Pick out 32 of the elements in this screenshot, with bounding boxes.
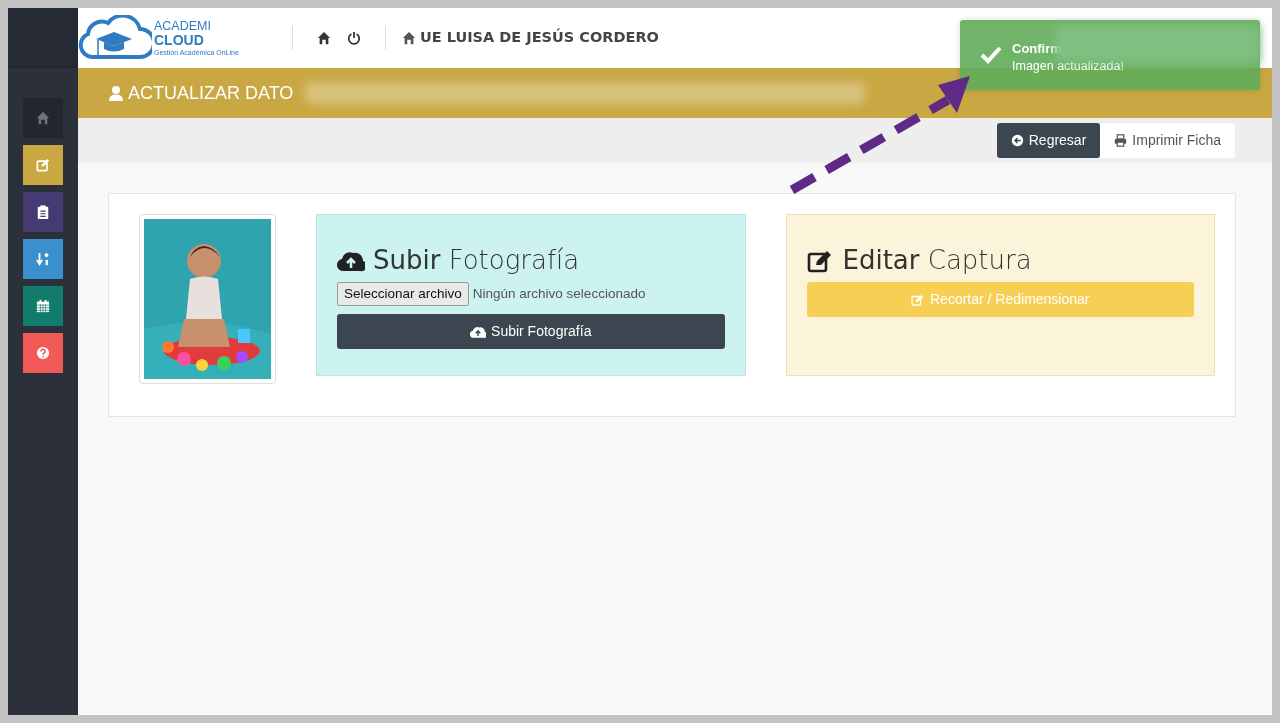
print-button[interactable]: Imprimir Ficha xyxy=(1100,123,1235,158)
help-icon xyxy=(36,346,50,360)
back-button[interactable]: Regresar xyxy=(996,123,1101,158)
user-icon xyxy=(108,85,124,101)
toast-message: Imagen actualizada! xyxy=(1012,58,1124,76)
page-title: ACTUALIZAR DATO xyxy=(128,81,294,105)
check-icon xyxy=(980,45,1002,65)
home-icon xyxy=(317,31,331,45)
cloud-upload-icon xyxy=(470,324,487,339)
sort-icon xyxy=(36,252,50,266)
back-icon xyxy=(1010,134,1024,147)
section-title: Editar Captura xyxy=(806,245,1194,277)
file-status: Ningún archivo seleccionado xyxy=(472,285,646,304)
upload-button[interactable]: Subir Fotografía xyxy=(337,314,725,350)
logo-text: CLOUD xyxy=(154,32,205,47)
home-button[interactable] xyxy=(317,31,331,45)
logo-text: ACADEMI xyxy=(154,20,212,33)
print-icon xyxy=(1114,134,1128,147)
home-icon xyxy=(36,111,50,125)
home-icon xyxy=(402,31,416,45)
sidebar-item[interactable] xyxy=(23,286,63,326)
sidebar-item[interactable] xyxy=(23,192,63,232)
power-icon xyxy=(347,31,361,45)
institution-name: UE LUISA DE JESÚS CORDERO xyxy=(420,27,659,48)
power-button[interactable] xyxy=(347,31,361,45)
file-button[interactable]: Seleccionar archivo xyxy=(337,282,469,307)
toast-title: Confirm xyxy=(1012,40,1063,59)
calendar-icon xyxy=(36,299,50,313)
edit-icon xyxy=(911,293,925,306)
edit-icon xyxy=(36,158,50,172)
clipboard-icon xyxy=(36,205,50,219)
section-title: Subir Fotografía xyxy=(337,245,725,277)
